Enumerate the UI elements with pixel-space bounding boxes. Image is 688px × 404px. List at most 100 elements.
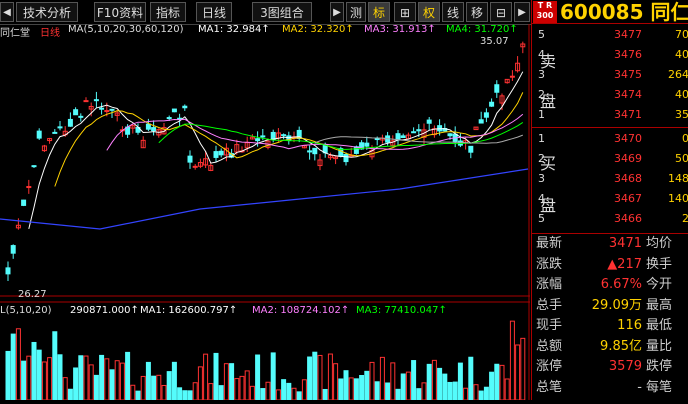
ma120-line <box>0 168 529 230</box>
volume-bar <box>327 353 333 401</box>
quote-label: 总额 <box>536 338 563 354</box>
volume-bar <box>223 363 229 401</box>
volume-bar <box>73 367 79 401</box>
candle-body <box>416 129 422 132</box>
sell-order-row[interactable]: 5 3477 70 <box>532 25 688 45</box>
volume-bar <box>343 370 349 401</box>
quote-row: 总手 29.09万 最高 <box>532 296 688 316</box>
candle-body <box>31 165 37 168</box>
tab-technical-analysis[interactable]: 技术分析 <box>16 2 78 22</box>
stock-title: 600085 同仁堂 <box>560 0 688 24</box>
volume-bar <box>494 363 500 401</box>
quote-row: 总笔 - 每笔 <box>532 378 688 398</box>
order-volume: 70 <box>675 28 688 41</box>
volume-bar <box>229 363 235 401</box>
toolbar-left-arrow[interactable]: ◀ <box>0 2 14 22</box>
tool-zoom[interactable]: ⊟ <box>490 2 512 22</box>
quote-label: 总手 <box>536 297 563 313</box>
tool-line[interactable]: 线 <box>442 2 464 22</box>
volume-bar <box>177 387 183 401</box>
volume-bar <box>478 390 484 401</box>
volume-bar <box>265 381 271 401</box>
candle-body <box>21 199 27 206</box>
volume-bar <box>348 377 354 401</box>
quote-value: ▲217 <box>607 256 642 272</box>
badge-bottom: 300 <box>536 11 554 20</box>
volume-bar <box>5 350 11 401</box>
tool-measure[interactable]: 测 <box>346 2 366 22</box>
order-volume: 40 <box>675 48 688 61</box>
stock-name: 同仁堂 <box>650 0 688 24</box>
volume-bar <box>161 384 167 401</box>
order-volume: 40 <box>675 88 688 101</box>
quote-label: 最新 <box>536 236 563 251</box>
volume-bar <box>515 344 521 401</box>
quote-value: 116 <box>617 318 642 333</box>
order-volume: 0 <box>682 132 688 145</box>
tab-daily[interactable]: 日线 <box>196 2 232 22</box>
play-icon[interactable]: ▶ <box>330 2 344 22</box>
candle-body <box>171 108 177 113</box>
candle-body <box>411 131 417 134</box>
quote-row: 涨幅 6.67% 今开 <box>532 275 688 295</box>
grid-icon[interactable]: ⊞ <box>394 2 416 22</box>
candle-body <box>73 109 79 116</box>
volume-bar <box>301 379 307 401</box>
tab-3-chart-combo[interactable]: 3图组合 <box>252 2 312 22</box>
volume-bar <box>41 361 47 401</box>
volume-bar <box>489 371 495 401</box>
volume-bar <box>452 381 458 401</box>
quote-row: 涨跌 ▲217 换手 <box>532 255 688 275</box>
order-level: 5 <box>538 28 545 41</box>
volume-bar <box>88 364 94 401</box>
volume-bar <box>255 354 261 401</box>
volume-bar <box>509 320 515 401</box>
ma2-value: MA2: 32.320↑ <box>282 24 354 35</box>
tool-move[interactable]: 移 <box>466 2 488 22</box>
candle-body <box>5 267 11 275</box>
tool-mark[interactable]: 标 <box>368 2 390 22</box>
tool-rights-adjust[interactable]: 权 <box>418 2 440 22</box>
tab-f10-info[interactable]: F10资料 <box>94 2 146 22</box>
order-volume: 140 <box>668 192 688 205</box>
candle-body <box>78 115 84 118</box>
volume-bar <box>317 354 323 401</box>
volume-bar <box>520 337 526 401</box>
candle-body <box>307 150 313 153</box>
sell-label-2: 盘 <box>540 92 557 111</box>
tr-badge: T R 300 <box>533 1 557 23</box>
volume-bar <box>291 387 297 401</box>
volume-bar <box>62 377 68 401</box>
candle-body <box>426 119 432 124</box>
candle-body <box>57 126 63 129</box>
buy-order-row[interactable]: 1 3470 0 <box>532 129 688 149</box>
volume-bar <box>213 352 219 401</box>
volume-bar <box>416 388 422 401</box>
volume-bar <box>442 373 448 401</box>
quote-label-2: 换手 <box>646 256 673 272</box>
volume-ma2: MA2: 108724.102↑ <box>252 305 350 316</box>
quote-label: 涨停 <box>536 359 563 374</box>
kline-chart[interactable]: 同仁堂 日线 MA(5,10,20,30,60,120) MA1: 32.984… <box>0 24 530 401</box>
volume-bar <box>244 370 250 401</box>
tab-indicator[interactable]: 指标 <box>150 2 186 22</box>
candle-body <box>494 84 500 93</box>
volume-bar <box>145 361 151 401</box>
toolbar-right-arrow[interactable]: ▶ <box>514 2 530 22</box>
candle-body <box>281 134 287 137</box>
candle-body <box>447 133 453 137</box>
ma10-line <box>54 92 524 187</box>
volume-bar <box>431 359 437 401</box>
volume-bar <box>109 369 115 401</box>
volume-bar <box>359 374 365 401</box>
candle-body <box>104 110 110 113</box>
order-volume: 2 <box>682 212 688 225</box>
candle-body <box>400 135 406 139</box>
buy-label-1: 买 <box>540 154 557 173</box>
volume-bar <box>83 355 89 401</box>
quote-label-2: 跌停 <box>646 359 673 374</box>
quote-label: 涨跌 <box>536 256 563 272</box>
quote-value: - <box>637 379 642 395</box>
volume-bar <box>379 356 385 401</box>
volume-bar <box>405 371 411 401</box>
